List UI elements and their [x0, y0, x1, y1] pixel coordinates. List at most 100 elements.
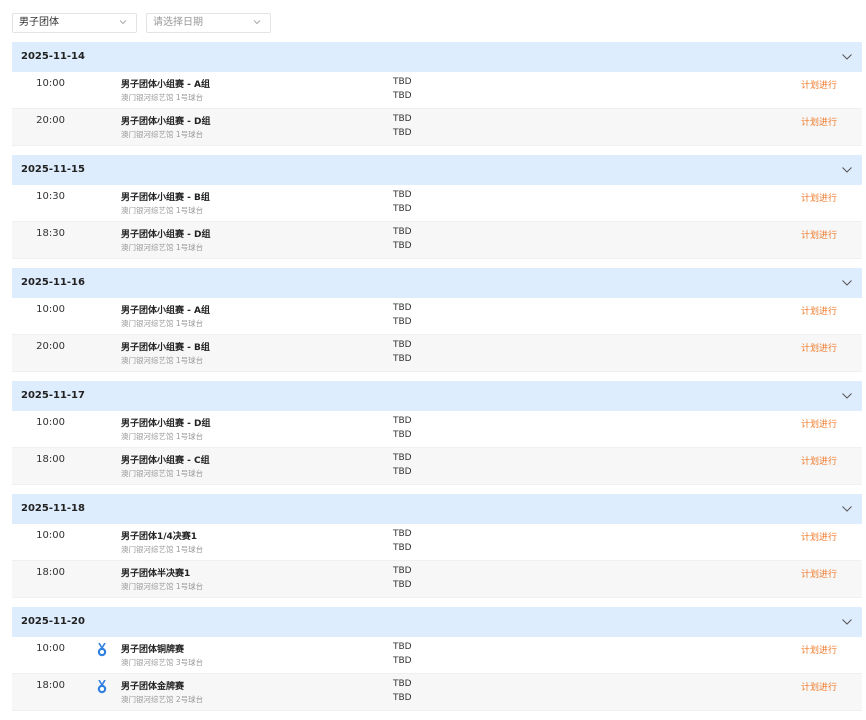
match-title: 男子团体小组赛 - D组 [121, 117, 211, 127]
match-title: 男子团体小组赛 - C组 [121, 456, 210, 466]
match-time: 18:30 [36, 228, 65, 239]
date-group: 2025-11-16 10:00 男子团体小组赛 - A组 澳门银河综艺馆 1号球台 T… [12, 268, 862, 372]
match-venue: 澳门银河综艺馆 1号球台 [121, 319, 204, 328]
chevron-down-icon [119, 20, 127, 25]
team2-name: TBD [393, 241, 412, 251]
collapse-chevron-icon[interactable] [841, 504, 853, 514]
match-status: 计划进行 [800, 118, 837, 128]
match-title: 男子团体1/4决赛1 [121, 532, 198, 542]
match-status: 计划进行 [800, 420, 837, 430]
date-group: 2025-11-15 10:30 男子团体小组赛 - B组 澳门银河综艺馆 1号球台 T… [12, 155, 862, 259]
date-group-header[interactable]: 2025-11-20 [12, 607, 862, 637]
match-time: 10:00 [36, 530, 65, 541]
match-row[interactable]: 10:00 男子团体1/4决赛1 澳门银河综艺馆 1号球台 TBD TBD 计划进行 [12, 524, 862, 561]
match-row[interactable]: 10:00 男子团体小组赛 - D组 澳门银河综艺馆 1号球台 TBD TBD 计划进行 [12, 411, 862, 448]
team2-name: TBD [393, 656, 412, 666]
collapse-chevron-icon[interactable] [841, 52, 853, 62]
match-time: 18:00 [36, 454, 65, 465]
match-status: 计划进行 [800, 646, 837, 656]
team2-name: TBD [393, 128, 412, 138]
date-label: 2025-11-15 [21, 164, 85, 175]
match-venue: 澳门银河综艺馆 2号球台 [121, 695, 204, 704]
team1-name: TBD [393, 114, 412, 124]
match-time: 20:00 [36, 341, 65, 352]
date-picker-placeholder: 请选择日期 [153, 17, 203, 28]
team1-name: TBD [393, 566, 412, 576]
match-status: 计划进行 [800, 570, 837, 580]
match-title: 男子团体小组赛 - A组 [121, 80, 210, 90]
match-row[interactable]: 10:00 男子团体铜牌赛澳门银河综艺馆 3号球台 TBD TBD 计划进行 [12, 637, 862, 674]
date-label: 2025-11-14 [21, 51, 85, 62]
match-status: 计划进行 [800, 307, 837, 317]
match-venue: 澳门银河综艺馆 1号球台 [121, 432, 204, 441]
match-title: 男子团体铜牌赛 [121, 645, 185, 655]
collapse-chevron-icon[interactable] [841, 617, 853, 627]
date-label: 2025-11-17 [21, 390, 85, 401]
collapse-chevron-icon[interactable] [841, 278, 853, 288]
match-title: 男子团体小组赛 - D组 [121, 419, 211, 429]
team1-name: TBD [393, 77, 412, 87]
medal-icon [97, 680, 107, 694]
date-group-header[interactable]: 2025-11-16 [12, 268, 862, 298]
match-time: 10:00 [36, 643, 65, 654]
schedule-list: 2025-11-14 10:00 男子团体小组赛 - A组 澳门银河综艺馆 1号球台 T… [12, 42, 862, 720]
match-status: 计划进行 [800, 344, 837, 354]
match-time: 10:30 [36, 191, 65, 202]
date-group: 2025-11-14 10:00 男子团体小组赛 - A组 澳门银河综艺馆 1号球台 T… [12, 42, 862, 146]
team1-name: TBD [393, 303, 412, 313]
match-venue: 澳门银河综艺馆 3号球台 [121, 658, 204, 667]
team2-name: TBD [393, 317, 412, 327]
match-time: 20:00 [36, 115, 65, 126]
match-row[interactable]: 10:00 男子团体小组赛 - A组 澳门银河综艺馆 1号球台 TBD TBD 计划进行 [12, 298, 862, 335]
match-title: 男子团体小组赛 - A组 [121, 306, 210, 316]
match-row[interactable]: 18:30 男子团体小组赛 - D组 澳门银河综艺馆 1号球台 TBD TBD 计划进行 [12, 222, 862, 259]
team1-name: TBD [393, 679, 412, 689]
match-title: 男子团体小组赛 - B组 [121, 343, 210, 353]
match-venue: 澳门银河综艺馆 1号球台 [121, 356, 204, 365]
date-group: 2025-11-17 10:00 男子团体小组赛 - D组 澳门银河综艺馆 1号球台 T… [12, 381, 862, 485]
team1-name: TBD [393, 529, 412, 539]
team2-name: TBD [393, 543, 412, 553]
collapse-chevron-icon[interactable] [841, 165, 853, 175]
date-label: 2025-11-18 [21, 503, 85, 514]
match-status: 计划进行 [800, 683, 837, 693]
match-row[interactable]: 18:00 男子团体小组赛 - C组 澳门银河综艺馆 1号球台 TBD TBD 计划进行 [12, 448, 862, 485]
match-status: 计划进行 [800, 231, 837, 241]
team1-name: TBD [393, 453, 412, 463]
match-row[interactable]: 18:00 男子团体半决赛1 澳门银河综艺馆 1号球台 TBD TBD 计划进行 [12, 561, 862, 598]
date-group: 2025-11-18 10:00 男子团体1/4决赛1 澳门银河综艺馆 1号球台 TBD… [12, 494, 862, 598]
event-select[interactable]: 男子团体 [12, 13, 137, 33]
match-row[interactable]: 20:00 男子团体小组赛 - B组 澳门银河综艺馆 1号球台 TBD TBD 计划进行 [12, 335, 862, 372]
match-time: 10:00 [36, 417, 65, 428]
match-time: 18:00 [36, 567, 65, 578]
medal-icon [97, 643, 107, 657]
team1-name: TBD [393, 190, 412, 200]
team2-name: TBD [393, 354, 412, 364]
date-group-header[interactable]: 2025-11-14 [12, 42, 862, 72]
match-title: 男子团体小组赛 - B组 [121, 193, 210, 203]
team2-name: TBD [393, 91, 412, 101]
date-group-header[interactable]: 2025-11-17 [12, 381, 862, 411]
event-select-value: 男子团体 [19, 17, 59, 28]
match-status: 计划进行 [800, 194, 837, 204]
match-time: 18:00 [36, 680, 65, 691]
chevron-down-icon [253, 20, 261, 25]
team1-name: TBD [393, 227, 412, 237]
date-group-header[interactable]: 2025-11-18 [12, 494, 862, 524]
match-title: 男子团体半决赛1 [121, 569, 191, 579]
team2-name: TBD [393, 430, 412, 440]
match-row[interactable]: 10:00 男子团体小组赛 - A组 澳门银河综艺馆 1号球台 TBD TBD 计划进行 [12, 72, 862, 109]
match-status: 计划进行 [800, 81, 837, 91]
date-picker[interactable]: 请选择日期 [146, 13, 271, 33]
date-group-header[interactable]: 2025-11-15 [12, 155, 862, 185]
match-time: 10:00 [36, 304, 65, 315]
match-row[interactable]: 10:30 男子团体小组赛 - B组 澳门银河综艺馆 1号球台 TBD TBD 计划进行 [12, 185, 862, 222]
team1-name: TBD [393, 416, 412, 426]
collapse-chevron-icon[interactable] [841, 391, 853, 401]
match-row[interactable]: 18:00 男子团体金牌赛 澳门银河综艺馆 2号球台 TBD TBD 计划进行 [12, 674, 862, 711]
team2-name: TBD [393, 467, 412, 477]
match-venue: 澳门银河综艺馆 1号球台 [121, 545, 204, 554]
team1-name: TBD [393, 642, 412, 652]
match-row[interactable]: 20:00 男子团体小组赛 - D组 澳门银河综艺馆 1号球台 TBD TBD 计划进行 [12, 109, 862, 146]
team2-name: TBD [393, 204, 412, 214]
